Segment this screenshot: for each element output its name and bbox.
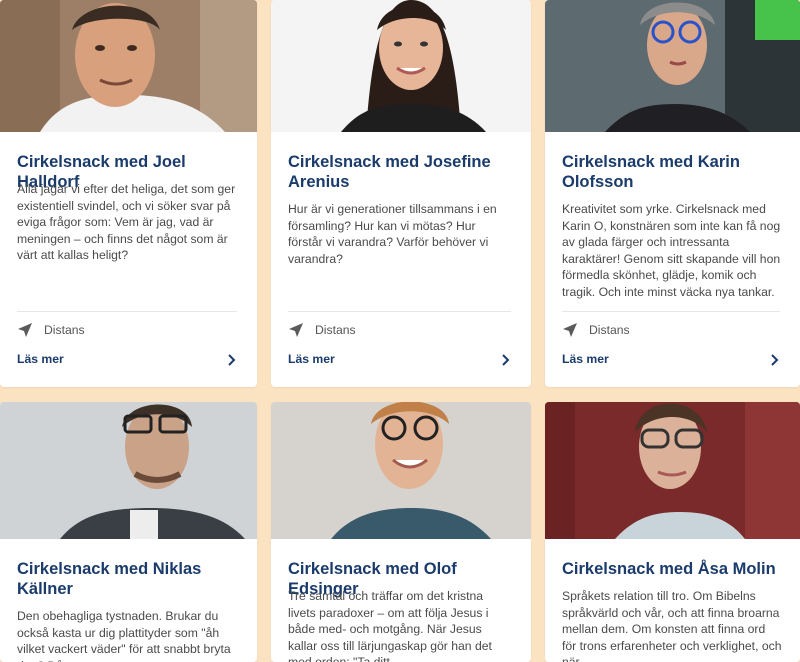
location-label: Distans xyxy=(589,323,630,337)
location-row: Distans xyxy=(288,322,356,338)
location-row: Distans xyxy=(17,322,85,338)
event-card[interactable]: Cirkelsnack med Karin Olofsson Kreativit… xyxy=(545,0,800,387)
navigation-arrow-icon xyxy=(17,322,33,338)
card-title[interactable]: Cirkelsnack med Åsa Molin xyxy=(562,559,786,579)
chevron-right-icon[interactable] xyxy=(770,353,780,366)
read-more-link[interactable]: Läs mer xyxy=(17,352,237,366)
card-description: Kreativitet som yrke. Cirkelsnack med Ka… xyxy=(562,202,781,299)
location-row: Distans xyxy=(562,322,630,338)
chevron-right-icon[interactable] xyxy=(227,353,237,366)
read-more-label[interactable]: Läs mer xyxy=(562,352,609,366)
divider xyxy=(562,311,780,312)
read-more-link[interactable]: Läs mer xyxy=(562,352,780,366)
read-more-link[interactable]: Läs mer xyxy=(288,352,511,366)
navigation-arrow-icon xyxy=(288,322,304,338)
portrait-photo xyxy=(271,402,531,539)
card-title[interactable]: Cirkelsnack med Niklas Källner xyxy=(17,559,243,599)
card-description: Alla jagar vi efter det heliga, det som … xyxy=(17,182,236,262)
card-title[interactable]: Cirkelsnack med Josefine Arenius xyxy=(288,152,517,192)
chevron-right-icon[interactable] xyxy=(501,353,511,366)
event-card[interactable]: Cirkelsnack med Josefine Arenius Hur är … xyxy=(271,0,531,387)
card-title[interactable]: Cirkelsnack med Karin Olofsson xyxy=(562,152,786,192)
event-card[interactable]: Cirkelsnack med Åsa Molin Språkets relat… xyxy=(545,402,800,662)
portrait-photo xyxy=(0,402,257,539)
event-card[interactable]: Cirkelsnack med Olof Edsinger Tre samtal… xyxy=(271,402,531,662)
divider xyxy=(288,311,511,312)
divider xyxy=(17,311,237,312)
navigation-arrow-icon xyxy=(562,322,578,338)
card-description: Den obehagliga tystnaden. Brukar du ocks… xyxy=(17,609,231,662)
location-label: Distans xyxy=(315,323,356,337)
location-label: Distans xyxy=(44,323,85,337)
portrait-photo xyxy=(0,0,257,132)
card-description: Hur är vi generationer tillsammans i en … xyxy=(288,202,497,266)
event-card[interactable]: Cirkelsnack med Niklas Källner Den obeha… xyxy=(0,402,257,662)
portrait-photo xyxy=(545,402,800,539)
read-more-label[interactable]: Läs mer xyxy=(288,352,335,366)
event-card[interactable]: Cirkelsnack med Joel Halldorf Alla jagar… xyxy=(0,0,257,387)
read-more-label[interactable]: Läs mer xyxy=(17,352,64,366)
portrait-photo xyxy=(545,0,800,132)
portrait-photo xyxy=(271,0,531,132)
